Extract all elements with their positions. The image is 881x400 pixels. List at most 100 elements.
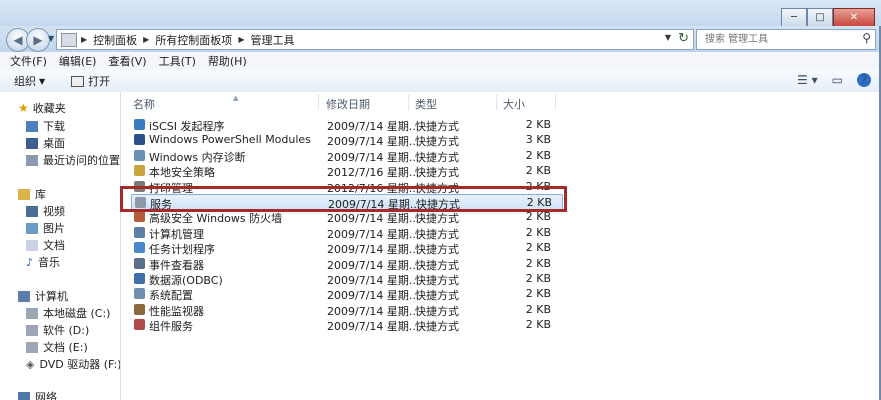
column-header-size[interactable]: 大小 bbox=[503, 96, 525, 111]
desktop-icon bbox=[26, 137, 38, 149]
search-input[interactable] bbox=[703, 33, 857, 46]
file-row[interactable]: 系统配置 2009/7/14 星期... 快捷方式 2 KB bbox=[131, 286, 561, 302]
nav-drive-e[interactable]: 文档 (E:) bbox=[26, 339, 88, 355]
view-options-icon[interactable]: ☰ ▾ bbox=[797, 73, 818, 87]
file-size: 2 KB bbox=[525, 210, 551, 224]
recent-pages-dropdown[interactable]: ▼ bbox=[48, 34, 54, 43]
nav-desktop[interactable]: 桌面 bbox=[26, 135, 65, 151]
column-header-date[interactable]: 修改日期 bbox=[326, 96, 370, 111]
nav-favorites[interactable]: ★ 收藏夹 bbox=[18, 100, 66, 116]
file-name: 组件服务 bbox=[149, 320, 193, 334]
shortcut-icon bbox=[134, 226, 145, 238]
nav-recent[interactable]: 最近访问的位置 bbox=[26, 152, 120, 168]
nav-downloads[interactable]: 下载 bbox=[26, 118, 65, 134]
close-button[interactable]: ✕ bbox=[833, 8, 875, 27]
column-header-name[interactable]: 名称 ▲ bbox=[133, 94, 238, 111]
column-divider[interactable] bbox=[408, 94, 409, 110]
minimize-button[interactable]: ─ bbox=[781, 8, 807, 27]
chevron-right-icon[interactable]: ▶ bbox=[238, 35, 244, 44]
shortcut-icon bbox=[134, 319, 145, 331]
preview-pane-icon[interactable]: ▭ bbox=[832, 73, 843, 87]
nav-drive-f-label: DVD 驱动器 (F:) 20 bbox=[39, 358, 121, 371]
file-size: 2 KB bbox=[525, 118, 551, 131]
column-divider[interactable] bbox=[555, 94, 556, 110]
file-row[interactable]: Windows PowerShell Modules 2009/7/14 星期..… bbox=[131, 132, 561, 148]
breadcrumb-all-items[interactable]: 所有控制面板项 bbox=[155, 32, 232, 48]
file-size: 3 KB bbox=[525, 133, 551, 147]
menu-view[interactable]: 查看(V) bbox=[108, 53, 146, 69]
search-icon[interactable]: ⚲ bbox=[862, 31, 871, 45]
open-button[interactable]: 打开 bbox=[71, 73, 110, 89]
column-size-label: 大小 bbox=[503, 98, 525, 111]
file-row[interactable]: 性能监视器 2009/7/14 星期... 快捷方式 2 KB bbox=[131, 302, 561, 318]
file-row[interactable]: 计算机管理 2009/7/14 星期... 快捷方式 2 KB bbox=[131, 225, 561, 241]
shortcut-icon bbox=[134, 273, 145, 284]
file-size: 2 KB bbox=[525, 318, 551, 332]
nav-music[interactable]: ♪ 音乐 bbox=[26, 254, 60, 270]
nav-recent-label: 最近访问的位置 bbox=[43, 154, 120, 167]
nav-libraries-label: 库 bbox=[35, 188, 46, 201]
breadcrumb-control-panel[interactable]: 控制面板 bbox=[93, 32, 137, 48]
nav-drive-d[interactable]: 软件 (D:) bbox=[26, 322, 89, 338]
file-row[interactable]: Windows 内存诊断 2009/7/14 星期... 快捷方式 2 KB bbox=[131, 148, 561, 164]
refresh-icon[interactable]: ↻ bbox=[678, 31, 689, 46]
nav-desktop-label: 桌面 bbox=[43, 137, 65, 150]
nav-network[interactable]: 网络 bbox=[18, 389, 57, 400]
nav-videos[interactable]: 视频 bbox=[26, 203, 65, 219]
nav-drive-f[interactable]: ◈ DVD 驱动器 (F:) 20 bbox=[26, 356, 121, 372]
column-divider[interactable] bbox=[318, 94, 319, 110]
maximize-button[interactable]: □ bbox=[807, 8, 833, 27]
menu-tools[interactable]: 工具(T) bbox=[159, 53, 196, 69]
breadcrumb-admin-tools[interactable]: 管理工具 bbox=[250, 32, 294, 48]
column-header-type[interactable]: 类型 bbox=[415, 96, 437, 111]
pictures-icon bbox=[26, 222, 38, 234]
chevron-down-icon: ▼ bbox=[39, 76, 46, 86]
nav-documents[interactable]: 文档 bbox=[26, 237, 65, 253]
title-bar: ─ □ ✕ bbox=[0, 0, 881, 27]
file-row[interactable]: iSCSI 发起程序 2009/7/14 星期... 快捷方式 2 KB bbox=[131, 117, 561, 133]
hard-drive-icon bbox=[26, 341, 38, 353]
file-list: 名称 ▲ 修改日期 类型 大小 iSCSI 发起程序 2009/7/14 星期..… bbox=[121, 92, 881, 400]
menu-file[interactable]: 文件(F) bbox=[10, 53, 47, 69]
forward-button[interactable]: ▶ bbox=[26, 28, 50, 52]
menu-help[interactable]: 帮助(H) bbox=[208, 53, 247, 69]
file-row[interactable]: 任务计划程序 2009/7/14 星期... 快捷方式 2 KB bbox=[131, 240, 561, 256]
column-type-label: 类型 bbox=[415, 98, 437, 111]
shortcut-icon bbox=[134, 303, 145, 315]
highlight-annotation-box bbox=[120, 186, 567, 212]
search-box[interactable]: ⚲ bbox=[696, 29, 876, 50]
help-icon[interactable]: ? bbox=[857, 73, 871, 87]
address-bar[interactable]: ▶ 控制面板 ▶ 所有控制面板项 ▶ 管理工具 ▼ ↻ bbox=[56, 29, 694, 50]
open-icon bbox=[71, 75, 85, 87]
address-dropdown-icon[interactable]: ▼ bbox=[665, 33, 671, 42]
menu-edit[interactable]: 编辑(E) bbox=[59, 53, 97, 69]
file-size: 2 KB bbox=[525, 302, 551, 316]
chevron-right-icon[interactable]: ▶ bbox=[81, 35, 87, 44]
file-row[interactable]: 本地安全策略 2012/7/16 星期... 快捷方式 2 KB bbox=[131, 163, 561, 179]
nav-pictures[interactable]: 图片 bbox=[26, 220, 65, 236]
shortcut-icon bbox=[134, 149, 145, 161]
organize-label: 组织 bbox=[14, 75, 36, 88]
nav-drive-c-label: 本地磁盘 (C:) bbox=[43, 307, 111, 320]
libraries-icon bbox=[18, 188, 30, 200]
file-row[interactable]: 事件查看器 2009/7/14 星期... 快捷方式 2 KB bbox=[131, 256, 561, 272]
file-size: 2 KB bbox=[525, 241, 551, 255]
address-row: ◀ ▶ ▼ ▶ 控制面板 ▶ 所有控制面板项 ▶ 管理工具 ▼ ↻ ⚲ bbox=[0, 26, 881, 52]
navigation-pane: ★ 收藏夹 下载 桌面 最近访问的位置 库 视频 图片 文档 ♪ 音乐 计算机 … bbox=[0, 92, 121, 400]
file-row[interactable]: 组件服务 2009/7/14 星期... 快捷方式 2 KB bbox=[131, 317, 561, 334]
file-size: 2 KB bbox=[525, 256, 551, 270]
column-divider[interactable] bbox=[496, 94, 497, 110]
nav-drive-c[interactable]: 本地磁盘 (C:) bbox=[26, 305, 110, 321]
shortcut-icon bbox=[134, 134, 145, 146]
window-controls: ─ □ ✕ bbox=[781, 8, 875, 27]
file-size: 2 KB bbox=[525, 164, 551, 178]
organize-button[interactable]: 组织 ▼ bbox=[14, 73, 45, 89]
nav-libraries[interactable]: 库 bbox=[18, 186, 46, 202]
dvd-drive-icon: ◈ bbox=[26, 357, 35, 371]
hard-drive-icon bbox=[26, 324, 38, 336]
nav-drive-d-label: 软件 (D:) bbox=[43, 324, 90, 337]
file-row[interactable]: 数据源(ODBC) 2009/7/14 星期... 快捷方式 2 KB bbox=[131, 271, 561, 287]
chevron-right-icon[interactable]: ▶ bbox=[143, 35, 149, 44]
nav-computer[interactable]: 计算机 bbox=[18, 288, 68, 304]
nav-videos-label: 视频 bbox=[43, 205, 65, 218]
